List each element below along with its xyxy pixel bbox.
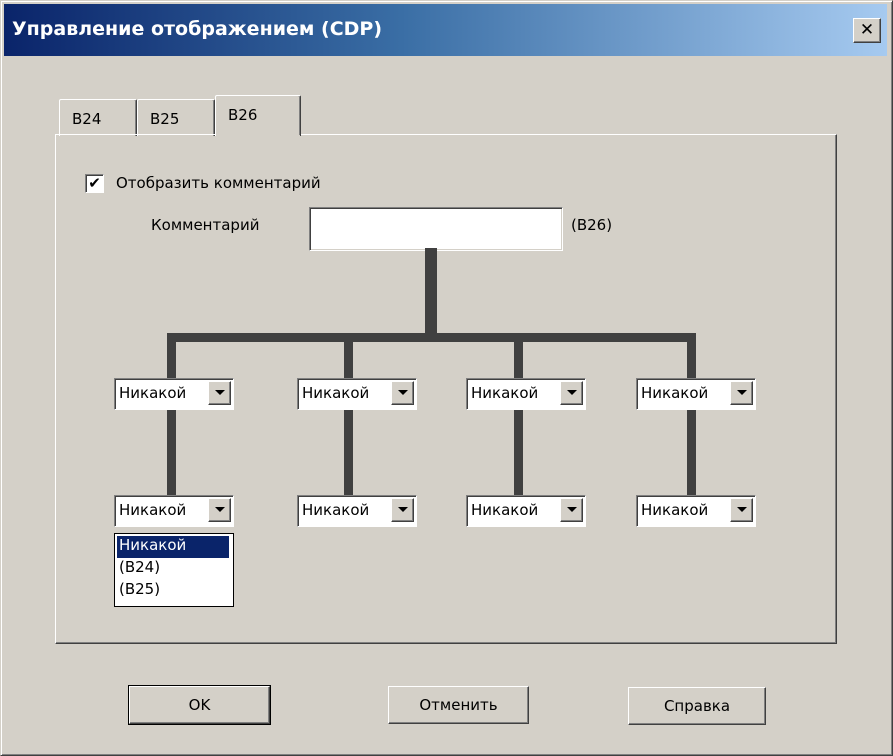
tab-b24[interactable]: B24: [59, 99, 137, 136]
tab-label: B25: [150, 110, 180, 128]
dropdown-option[interactable]: Никакой: [117, 536, 229, 558]
window-title: Управление отображением (CDP): [12, 18, 383, 40]
tab-label: B26: [228, 106, 258, 124]
dropdown-option[interactable]: (B25): [117, 580, 160, 602]
close-icon: ✕: [859, 20, 875, 40]
dropdown-option[interactable]: (B24): [117, 558, 160, 580]
ok-button[interactable]: OK: [128, 685, 271, 725]
dropdown-list: Никакой (B24) (B25): [114, 533, 234, 607]
help-button[interactable]: Справка: [628, 687, 766, 725]
tab-b26[interactable]: B26: [215, 95, 301, 138]
tab-b25[interactable]: B25: [137, 99, 215, 136]
cancel-button[interactable]: Отменить: [388, 686, 529, 724]
tab-label: B24: [72, 110, 102, 128]
close-button[interactable]: ✕: [853, 18, 881, 43]
title-bar[interactable]: Управление отображением (CDP) ✕: [4, 4, 887, 56]
